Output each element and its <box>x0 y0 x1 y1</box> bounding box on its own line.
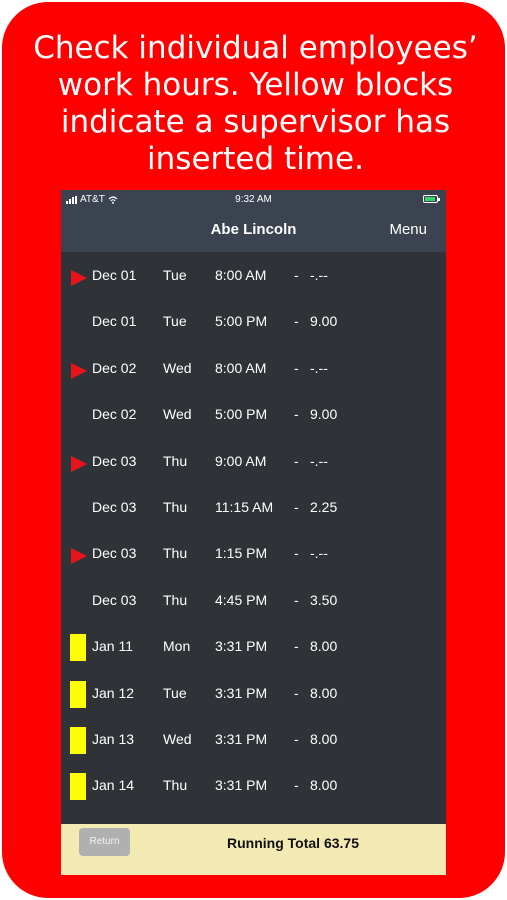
headline-line: indicate a supervisor has <box>60 104 451 140</box>
entry-hours: 8.00 <box>310 777 338 794</box>
entry-time: 1:15 PM <box>215 545 268 562</box>
entry-date: Dec 03 <box>92 591 137 608</box>
return-button[interactable]: Return <box>79 828 130 856</box>
nav-bar: Abe Lincoln Menu <box>61 210 446 252</box>
entry-day: Thu <box>163 498 188 515</box>
entry-hours: -.-- <box>310 452 328 469</box>
entry-time: 8:00 AM <box>215 359 267 376</box>
time-entry-row[interactable]: Dec 03 Thu 1:15 PM - -.-- <box>61 530 446 576</box>
time-entry-row[interactable]: Jan 13 Wed 3:31 PM -8.00 <box>61 716 446 762</box>
entry-dash: - <box>294 591 299 608</box>
entry-dash: - <box>294 313 299 330</box>
entry-date: Jan 12 <box>92 684 135 701</box>
time-entry-row[interactable]: Dec 02 Wed 8:00 AM - -.-- <box>61 345 446 391</box>
time-entry-row[interactable]: Jan 11 Mon 3:31 PM -8.00 <box>61 623 446 669</box>
entry-time: 3:31 PM <box>215 777 268 794</box>
entry-day: Wed <box>163 359 192 376</box>
time-entry-row[interactable]: Dec 01 Tue 8:00 AM - -.-- <box>61 252 446 298</box>
entry-day: Thu <box>163 452 188 469</box>
headline-line: Check individual employees’ <box>33 30 478 66</box>
entry-time: 8:00 AM <box>215 267 267 283</box>
time-entry-row[interactable]: Dec 01 Tue 5:00 PM -9.00 <box>61 298 446 344</box>
time-entry-row[interactable]: Jan 14 Thu 3:31 PM -8.00 <box>61 762 446 808</box>
entry-day: Thu <box>163 591 188 608</box>
entry-hours: 9.00 <box>310 313 338 330</box>
phone-screen: AT&T 9:32 AM Abe Lincoln Menu Dec 01 Tue 8… <box>61 190 446 875</box>
entry-date: Jan 13 <box>92 730 135 747</box>
yellow-block-icon <box>70 680 86 708</box>
employee-name-title: Abe Lincoln <box>210 221 297 238</box>
entry-hours: 8.00 <box>310 730 338 747</box>
entry-hours: -.-- <box>310 545 328 562</box>
entry-date: Dec 03 <box>92 545 137 562</box>
entry-time: 3:31 PM <box>215 638 268 655</box>
entry-dash: - <box>294 730 299 747</box>
entry-hours: 2.25 <box>310 498 338 515</box>
red-arrow-icon <box>71 270 87 286</box>
entry-date: Dec 01 <box>92 267 137 283</box>
entry-hours: 9.00 <box>310 406 338 423</box>
entry-dash: - <box>294 684 299 701</box>
entry-day: Wed <box>163 730 192 747</box>
entry-day: Tue <box>163 684 187 701</box>
entry-day: Mon <box>163 638 191 655</box>
entry-date: Jan 14 <box>92 777 135 794</box>
entry-hours: 8.00 <box>310 684 338 701</box>
status-time: 9:32 AM <box>235 194 272 205</box>
entry-time: 9:00 AM <box>215 452 267 469</box>
entry-time: 3:31 PM <box>215 730 268 747</box>
time-entry-row[interactable]: Dec 03 Thu 4:45 PM -3.50 <box>61 577 446 623</box>
entry-date: Dec 03 <box>92 498 137 515</box>
entry-hours: -.-- <box>310 359 328 376</box>
entry-day: Tue <box>163 267 187 283</box>
headline-line: work hours. Yellow blocks <box>57 67 454 103</box>
entry-dash: - <box>294 545 299 562</box>
entry-dash: - <box>294 267 299 283</box>
time-entry-list: Dec 01 Tue 8:00 AM - -.-- Dec 01 Tue 5:00 PM -9.… <box>61 252 446 809</box>
time-entry-row[interactable]: Jan 12 Tue 3:31 PM -8.00 <box>61 670 446 716</box>
headline-line: inserted time. <box>147 141 364 177</box>
footer-bar: Return Running Total 63.75 <box>61 824 446 875</box>
entry-time: 3:31 PM <box>215 684 268 701</box>
entry-time: 4:45 PM <box>215 591 268 608</box>
red-arrow-icon <box>71 455 87 472</box>
entry-time: 11:15 AM <box>215 498 274 515</box>
entry-day: Wed <box>163 406 192 423</box>
entry-date: Dec 02 <box>92 406 137 423</box>
entry-day: Thu <box>163 545 188 562</box>
entry-date: Jan 11 <box>92 638 133 655</box>
yellow-block-icon <box>70 726 86 754</box>
entry-dash: - <box>294 638 299 655</box>
red-arrow-icon <box>71 548 87 565</box>
entry-dash: - <box>294 406 299 423</box>
entry-dash: - <box>294 777 299 794</box>
entry-hours: 3.50 <box>310 591 338 608</box>
entry-hours: -.-- <box>310 267 328 283</box>
yellow-block-icon <box>70 773 86 801</box>
entry-time: 5:00 PM <box>215 313 268 330</box>
entry-day: Thu <box>163 777 188 794</box>
menu-button[interactable]: Menu <box>389 221 427 238</box>
running-total: Running Total 63.75 <box>227 835 359 851</box>
red-arrow-icon <box>71 362 87 379</box>
promo-headline: Check individual employees’ work hours. … <box>2 30 505 178</box>
entry-dash: - <box>294 498 299 515</box>
entry-time: 5:00 PM <box>215 406 268 423</box>
yellow-block-icon <box>70 634 86 662</box>
entry-dash: - <box>294 359 299 376</box>
time-entry-row[interactable]: Dec 02 Wed 5:00 PM -9.00 <box>61 391 446 437</box>
entry-hours: 8.00 <box>310 638 338 655</box>
entry-date: Dec 02 <box>92 359 137 376</box>
entry-date: Dec 03 <box>92 452 137 469</box>
time-entry-row[interactable]: Dec 03 Thu 9:00 AM - -.-- <box>61 438 446 484</box>
status-bar: AT&T 9:32 AM <box>61 190 446 210</box>
time-entry-row[interactable]: Dec 03 Thu 11:15 AM -2.25 <box>61 484 446 530</box>
entry-date: Dec 01 <box>92 313 137 330</box>
battery-icon <box>423 195 440 203</box>
entry-dash: - <box>294 452 299 469</box>
entry-day: Tue <box>163 313 187 330</box>
